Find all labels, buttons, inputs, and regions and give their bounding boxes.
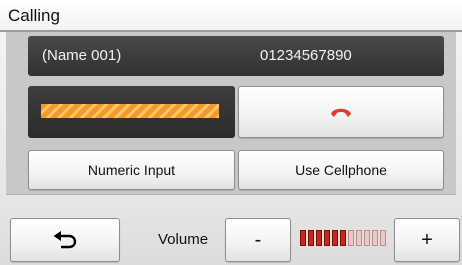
volume-segment-on: [316, 230, 322, 246]
phone-number: 01234567890: [260, 47, 352, 64]
volume-segment-on: [332, 230, 338, 246]
contact-name: (Name 001): [42, 47, 122, 64]
volume-down-button[interactable]: -: [225, 218, 291, 262]
volume-segment-off: [372, 230, 378, 246]
numeric-input-button[interactable]: Numeric Input: [28, 150, 235, 190]
back-arrow-icon: [52, 230, 78, 253]
use-cellphone-button[interactable]: Use Cellphone: [238, 150, 444, 190]
back-button[interactable]: [10, 218, 120, 262]
volume-down-label: -: [254, 229, 262, 251]
volume-segment-off: [364, 230, 370, 246]
volume-segment-on: [340, 230, 346, 246]
hangup-phone-icon: [329, 103, 353, 124]
call-info-bar: (Name 001) 01234567890: [28, 36, 444, 76]
volume-segment-off: [348, 230, 354, 246]
title-bar: Calling: [0, 0, 462, 32]
hangup-button[interactable]: [238, 86, 444, 138]
volume-segment-on: [308, 230, 314, 246]
volume-segment-on: [300, 230, 306, 246]
use-cellphone-label: Use Cellphone: [295, 162, 387, 178]
volume-segment-on: [324, 230, 330, 246]
numeric-input-label: Numeric Input: [87, 162, 176, 178]
volume-up-label: +: [421, 229, 433, 251]
volume-segment-off: [380, 230, 386, 246]
calling-signal-bar: [41, 104, 219, 118]
volume-label: Volume: [158, 231, 209, 248]
volume-meter: [300, 230, 388, 248]
volume-segment-off: [356, 230, 362, 246]
volume-up-button[interactable]: +: [394, 218, 460, 262]
call-status-indicator: [28, 86, 235, 138]
page-title: Calling: [8, 6, 60, 25]
